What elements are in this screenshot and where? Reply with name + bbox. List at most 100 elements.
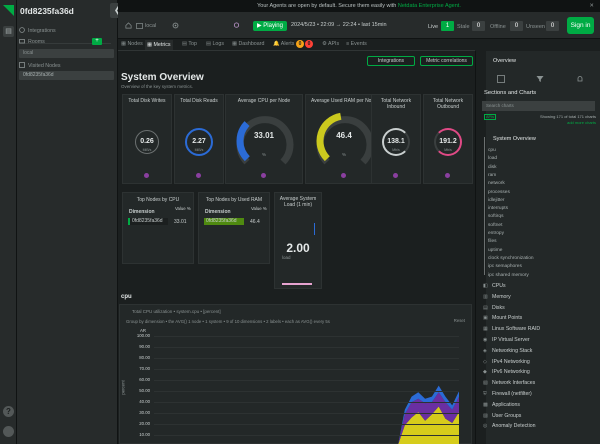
cpu-area-chart[interactable]: [154, 335, 459, 444]
chart-item-uptime[interactable]: uptime: [488, 248, 502, 253]
top-ram-node[interactable]: 0fd8235fa36d: [204, 218, 244, 225]
tab-metrics[interactable]: ▦ Metrics: [145, 40, 173, 50]
chart-item-cpu[interactable]: cpu: [488, 148, 496, 153]
section-firewall-netfilter-[interactable]: ⛨ Firewall (netfilter): [483, 391, 532, 397]
drilldown-icon[interactable]: [144, 173, 149, 178]
disk-writes-card[interactable]: Total Disk Writes 0.26 MiB/s: [122, 94, 172, 184]
close-banner-icon[interactable]: ✕: [589, 0, 594, 12]
top-nodes-ram-card[interactable]: Top Nodes by Used RAM Dimension Value % …: [198, 192, 270, 264]
tab-nodes[interactable]: ▦ Nodes: [121, 41, 143, 47]
chart-item-clock-synchronization[interactable]: clock synchronization: [488, 256, 534, 261]
visited-node-item[interactable]: 0fd8235fa36d: [19, 71, 114, 80]
search-charts-input[interactable]: Search charts: [482, 101, 595, 111]
y-tick-label: 30.00: [139, 410, 150, 415]
chart-item-files[interactable]: files: [488, 239, 497, 244]
room-selector[interactable]: local: [145, 23, 156, 29]
top-cpu-node[interactable]: 0fd8235fa36d: [128, 218, 168, 225]
network-inbound-card[interactable]: Total Network Inbound 138.1 Mb/s: [371, 94, 421, 184]
section-networking-stack[interactable]: ◈ Networking Stack: [483, 348, 532, 354]
reset-button[interactable]: Reset: [454, 318, 465, 323]
metric-correlations-button[interactable]: Metric correlations: [420, 56, 473, 66]
chart-item-processes[interactable]: processes: [488, 190, 510, 195]
chart-item-disk[interactable]: disk: [488, 165, 497, 170]
drilldown-icon[interactable]: [393, 173, 398, 178]
card-title: Total Network Outbound: [432, 98, 464, 110]
dashboard-icon[interactable]: [497, 75, 505, 83]
chart-item-ipc-semaphores[interactable]: ipc semaphores: [488, 264, 522, 269]
enterprise-agent-link[interactable]: Netdata Enterprise Agent.: [398, 3, 461, 9]
bell-icon[interactable]: [576, 75, 584, 83]
integrations-button[interactable]: Integrations: [367, 56, 415, 66]
alerts-critical-badge[interactable]: 0: [305, 40, 313, 48]
cpu-per-node-card[interactable]: Average CPU per Node 33.01 %: [225, 94, 303, 184]
section-disks[interactable]: ▤ Disks: [483, 304, 505, 311]
disk-reads-card[interactable]: Total Disk Reads 2.27 MiB/s: [174, 94, 224, 184]
system-overview-section[interactable]: System Overview: [493, 136, 536, 142]
tab-alerts[interactable]: 🔔 Alerts: [273, 41, 294, 47]
apis-tag[interactable]: APIs: [484, 114, 496, 120]
space-icon[interactable]: ▤: [3, 26, 14, 37]
top-nodes-cpu-card[interactable]: Top Nodes by CPU Dimension Value % 0fd82…: [122, 192, 194, 264]
disk-writes-value: 0.26: [140, 138, 154, 145]
chart-item-ram[interactable]: ram: [488, 173, 496, 178]
cpu-gauge: [236, 116, 294, 165]
rooms-header[interactable]: Rooms: [19, 38, 45, 45]
section-user-groups[interactable]: ▨ User Groups: [483, 413, 521, 419]
section-applications[interactable]: ▩ Applications: [483, 402, 520, 408]
settings-gear-icon[interactable]: [172, 22, 179, 29]
alerts-warning-badge[interactable]: 0: [296, 40, 304, 48]
stale-count-badge[interactable]: 0: [472, 21, 485, 31]
add-more-charts-link[interactable]: add more charts: [567, 120, 596, 125]
chart-item-softnet[interactable]: softnet: [488, 223, 502, 228]
chart-item-idlejitter[interactable]: idlejitter: [488, 198, 505, 203]
system-load-card[interactable]: Average System Load (1 min) 2.00 load: [274, 192, 322, 289]
section-label: Disks: [492, 304, 505, 311]
section-mount-points[interactable]: ▣ Mount Points: [483, 315, 522, 321]
integrations-link[interactable]: Integrations: [19, 27, 56, 34]
section-memory[interactable]: ▥ Memory: [483, 294, 511, 300]
chart-item-interrupts[interactable]: interrupts: [488, 206, 508, 211]
section-ip-virtual-server[interactable]: ◉ IP Virtual Server: [483, 337, 530, 343]
tab-dashboard[interactable]: ▦ Dashboard: [232, 41, 264, 47]
visited-nodes-header[interactable]: Visited Nodes: [19, 62, 61, 69]
chart-item-network[interactable]: network: [488, 181, 505, 186]
add-room-button[interactable]: +: [92, 38, 102, 45]
filter-icon[interactable]: [536, 75, 544, 83]
date-range-picker[interactable]: 2024/5/23 • 22:09 → 22:24 • last 15min: [291, 22, 387, 28]
chart-item-softirqs[interactable]: softirqs: [488, 214, 503, 219]
chart-item-load[interactable]: load: [488, 156, 497, 161]
net-in-unit: Mb/s: [392, 148, 400, 152]
section-cpus[interactable]: ◧ CPUs: [483, 283, 506, 289]
network-outbound-card[interactable]: Total Network Outbound 191.2 Mb/s: [423, 94, 473, 184]
tab-top[interactable]: ▤ Top: [182, 41, 197, 47]
section-linux-software-raid[interactable]: ▦ Linux Software RAID: [483, 326, 540, 332]
chart-item-entropy[interactable]: entropy: [488, 231, 504, 236]
room-local[interactable]: local: [19, 49, 114, 58]
help-icon[interactable]: ?: [3, 406, 14, 417]
chart-item-ipc-shared-memory[interactable]: ipc shared memory: [488, 273, 529, 278]
drilldown-icon[interactable]: [261, 173, 266, 178]
user-avatar-icon[interactable]: [3, 426, 14, 437]
cpu-chart-panel[interactable]: Total CPU utilization • system.cpu • [pe…: [119, 304, 472, 444]
overview-tab[interactable]: Overview: [493, 58, 516, 64]
drilldown-icon[interactable]: [341, 173, 346, 178]
netdata-logo-icon[interactable]: [3, 5, 14, 16]
tab-events[interactable]: ≡ Events: [346, 41, 367, 47]
offline-count-badge[interactable]: 0: [510, 21, 523, 31]
tab-apis[interactable]: ⚙ APIs: [322, 41, 339, 47]
live-count-badge[interactable]: 1: [441, 21, 454, 31]
drilldown-icon[interactable]: [196, 173, 201, 178]
tab-logs[interactable]: ▤ Logs: [206, 41, 224, 47]
sign-in-button[interactable]: Sign in: [567, 17, 594, 34]
playing-toggle-button[interactable]: ▶ Playing: [253, 21, 287, 31]
section-anomaly-detection[interactable]: ◎ Anomaly Detection: [483, 423, 536, 429]
section-ipv4-networking[interactable]: ◇ IPv4 Networking: [483, 359, 530, 365]
section-ipv6-networking[interactable]: ◆ IPv6 Networking: [483, 369, 530, 375]
section-network-interfaces[interactable]: ▧ Network Interfaces: [483, 380, 535, 386]
value-header: Value %: [175, 206, 191, 211]
unseen-count-badge[interactable]: 0: [546, 21, 559, 31]
drilldown-icon[interactable]: [445, 173, 450, 178]
cpu-chart-filters[interactable]: Group by dimension • the AVG() 1 node • …: [126, 319, 330, 324]
location-pin-icon[interactable]: [233, 22, 240, 29]
home-icon[interactable]: [125, 22, 132, 29]
